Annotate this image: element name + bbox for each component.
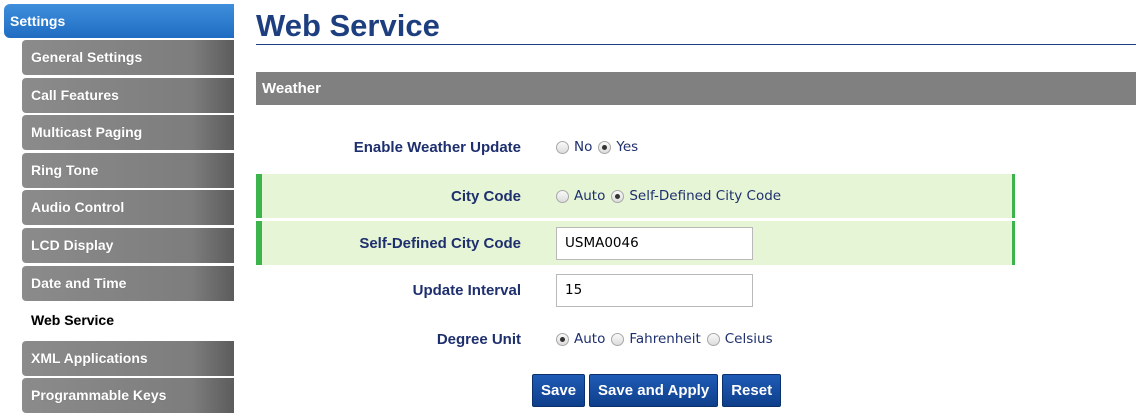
sidebar-item-multicast-paging[interactable]: Multicast Paging (22, 115, 234, 151)
enable-weather-update-radio-group: No Yes (556, 125, 644, 169)
enable-weather-no-radio[interactable] (556, 140, 569, 154)
city-code-self-defined-label: Self-Defined City Code (629, 188, 782, 204)
settings-sidebar: Settings General Settings Call Features … (4, 4, 234, 416)
row-self-defined-city-code: Self-Defined City Code (256, 221, 1015, 265)
sidebar-item-xml-applications[interactable]: XML Applications (22, 340, 234, 376)
page-title: Web Service (256, 8, 440, 43)
enable-weather-update-label: Enable Weather Update (353, 138, 521, 156)
sidebar-item-audio-control[interactable]: Audio Control (22, 190, 234, 226)
enable-weather-yes-radio[interactable] (598, 140, 612, 154)
row-city-code: City Code Auto Self-Defined City Code (256, 174, 1015, 218)
sidebar-item-lcd-display[interactable]: LCD Display (22, 227, 234, 263)
row-degree-unit: Degree Unit Auto Fahrenheit Celsius (256, 317, 1015, 361)
row-update-interval: Update Interval (256, 268, 1015, 312)
sidebar-item-web-service[interactable]: Web Service (22, 303, 234, 339)
degree-unit-celsius-radio[interactable] (706, 332, 720, 346)
self-defined-city-code-input[interactable] (556, 226, 753, 260)
degree-unit-fahrenheit-radio[interactable] (611, 332, 625, 346)
row-enable-weather-update: Enable Weather Update No Yes (256, 125, 1015, 169)
update-interval-control (556, 268, 753, 312)
city-code-auto-label: Auto (574, 188, 606, 204)
sidebar-item-general-settings[interactable]: General Settings (22, 40, 234, 75)
degree-unit-celsius-label: Celsius (724, 331, 773, 347)
form-buttons: Save Save and Apply Reset (532, 374, 782, 407)
sidebar-item-date-and-time[interactable]: Date and Time (22, 265, 234, 301)
degree-unit-fahrenheit-label: Fahrenheit (629, 331, 701, 347)
sidebar-item-programmable-keys[interactable]: Programmable Keys (22, 378, 234, 414)
self-defined-city-code-label: Self-Defined City Code (359, 234, 521, 252)
save-and-apply-button[interactable]: Save and Apply (589, 374, 719, 407)
degree-unit-auto-label: Auto (574, 331, 606, 347)
city-code-self-defined-radio[interactable] (611, 189, 625, 203)
section-header-weather: Weather (256, 72, 1136, 105)
city-code-label: City Code (450, 187, 521, 205)
sidebar-item-call-features[interactable]: Call Features (22, 77, 234, 113)
sidebar-menu: General Settings Call Features Multicast… (22, 40, 234, 414)
city-code-radio-group: Auto Self-Defined City Code (556, 174, 787, 218)
update-interval-input[interactable] (556, 273, 753, 307)
reset-button[interactable]: Reset (722, 374, 782, 407)
title-divider (256, 44, 1136, 45)
degree-unit-label: Degree Unit (436, 330, 521, 348)
degree-unit-auto-radio[interactable] (556, 332, 569, 346)
update-interval-label: Update Interval (412, 281, 521, 299)
degree-unit-radio-group: Auto Fahrenheit Celsius (556, 317, 779, 361)
self-defined-city-code-control (556, 221, 753, 265)
city-code-auto-radio[interactable] (556, 189, 569, 203)
sidebar-item-ring-tone[interactable]: Ring Tone (22, 152, 234, 188)
sidebar-header-settings[interactable]: Settings (4, 4, 234, 38)
enable-weather-yes-label: Yes (616, 139, 639, 155)
save-button[interactable]: Save (532, 374, 586, 407)
enable-weather-no-label: No (574, 139, 593, 155)
